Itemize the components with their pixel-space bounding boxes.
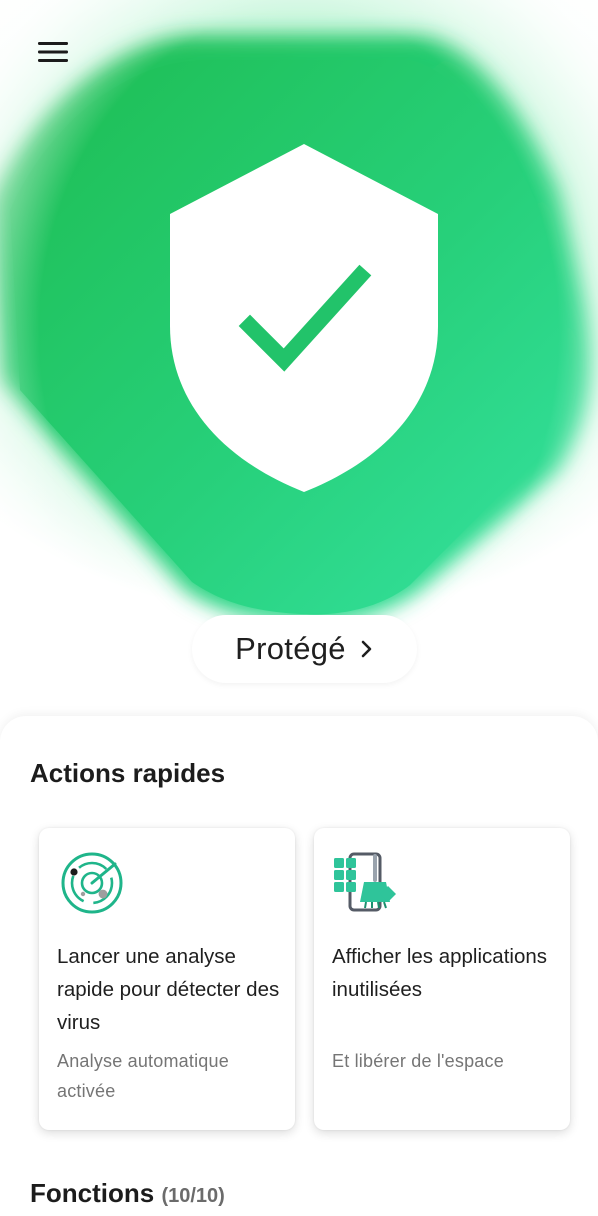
chevron-right-icon <box>361 640 372 658</box>
shield-check-icon <box>170 144 438 492</box>
hamburger-menu-icon <box>38 42 68 62</box>
unused-apps-title: Afficher les applications inutilisées <box>332 945 547 1001</box>
quick-scan-title: Lancer une analyse rapide pour détecter … <box>57 945 280 1034</box>
features-heading: Fonctions (10/10) <box>30 1178 225 1209</box>
app-cleaner-icon <box>334 852 396 912</box>
protection-status-button[interactable]: Protégé <box>192 615 417 683</box>
quick-actions-title: Actions rapides <box>30 758 226 788</box>
quick-scan-card[interactable]: Lancer une analyse rapide pour détecter … <box>39 828 295 1130</box>
features-title: Fonctions <box>30 1178 155 1208</box>
menu-button[interactable] <box>26 30 80 74</box>
protection-status-label: Protégé <box>235 631 346 666</box>
quick-scan-subtitle: Analyse automatique activée <box>57 1051 229 1101</box>
unused-apps-subtitle: Et libérer de l'espace <box>332 1051 504 1071</box>
hero-section: Protégé <box>0 0 598 740</box>
unused-apps-card[interactable]: Afficher les applications inutilisées Et… <box>314 828 570 1130</box>
features-count: (10/10) <box>161 1185 225 1207</box>
radar-scan-icon <box>61 852 123 914</box>
